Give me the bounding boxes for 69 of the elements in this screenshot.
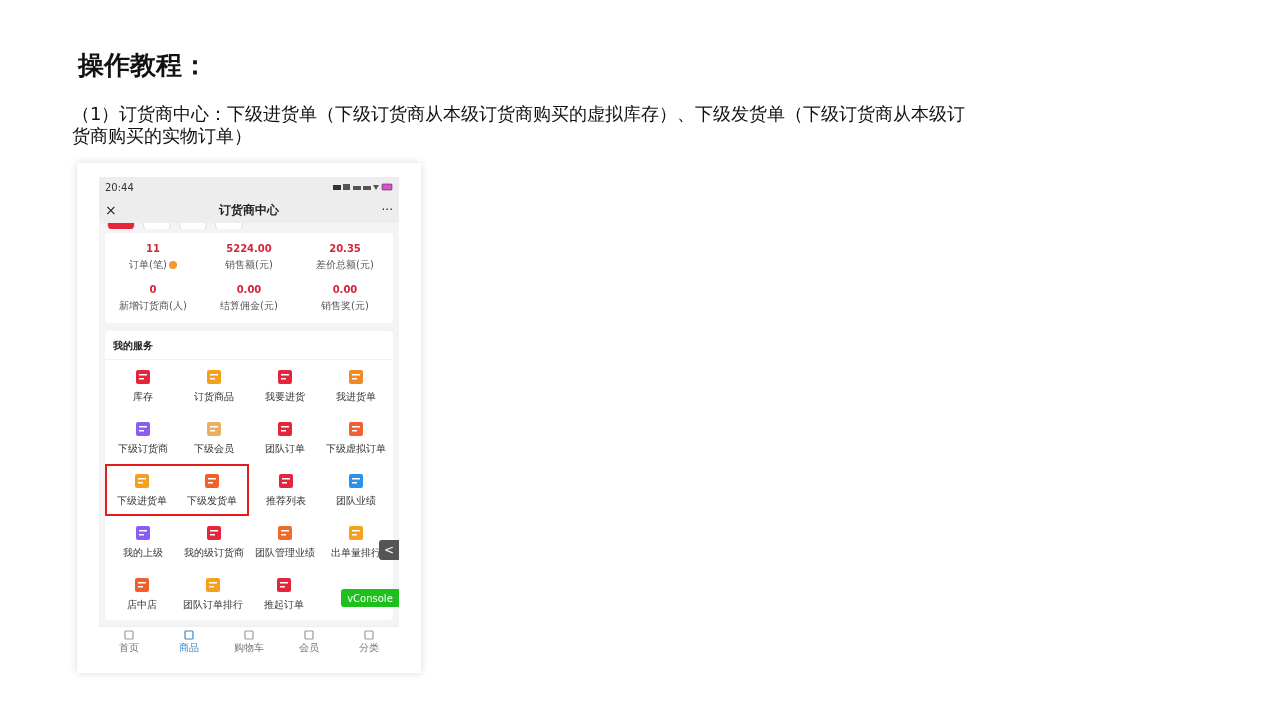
service-icon [347, 420, 364, 437]
stat-label: 差价总额(元) [316, 258, 374, 272]
service-item[interactable]: 订货商品 [193, 389, 234, 404]
tab-icon [184, 629, 194, 640]
tab-icon [304, 629, 314, 640]
service-icon [276, 524, 293, 541]
tab-item[interactable]: 首页 [99, 627, 159, 657]
service-item[interactable]: 店中店 [127, 597, 158, 612]
tab-item[interactable]: 会员 [279, 627, 339, 657]
service-item[interactable]: 团队业绩 [336, 493, 376, 508]
service-item[interactable]: 下级发货单 [187, 493, 237, 508]
stat-value: 0.00 [332, 284, 358, 295]
service-icon [134, 576, 151, 593]
service-icon [134, 420, 151, 437]
more-button[interactable]: ··· [381, 203, 393, 217]
service-icon [347, 368, 364, 385]
service-item[interactable]: 下级虚拟订单 [325, 441, 386, 456]
service-icon [134, 472, 150, 489]
stat-value: 0.00 [236, 284, 262, 295]
service-icon [278, 472, 294, 489]
slide-paragraph: （1）订货商中心：下级进货单（下级订货商从本级订货商购买的虚拟库存）、下级发货单（下级订货商从本级订货商购买的实物订单） [72, 103, 967, 147]
service-item[interactable]: 我的级订货商 [183, 545, 244, 560]
service-icon [205, 368, 222, 385]
service-item[interactable]: 下级进货单 [117, 493, 167, 508]
service-item[interactable]: 我进货单 [335, 389, 376, 404]
stat-label: 新增订货商(人) [119, 299, 187, 313]
stat-label: 订单(笔) [129, 258, 167, 272]
service-item[interactable]: 团队订单 [264, 441, 305, 456]
service-icon [205, 420, 222, 437]
service-icon [276, 420, 293, 437]
service-icon [275, 576, 292, 593]
service-item[interactable]: 库存 [132, 389, 153, 404]
status-icons [333, 183, 393, 191]
stat-value: 5224.00 [226, 243, 272, 254]
slide-title: 操作教程： [78, 49, 209, 82]
service-item[interactable]: 我的上级 [122, 545, 163, 560]
service-icon [204, 472, 220, 489]
tab-icon [244, 629, 254, 640]
stat-label: 销售奖(元) [321, 299, 369, 313]
service-icon [205, 576, 221, 593]
service-icon [347, 524, 364, 541]
tab-icon [124, 629, 134, 640]
section-title: 我的服务 [105, 331, 393, 360]
service-icon [205, 524, 222, 541]
stat-value: 0 [149, 284, 157, 295]
service-item[interactable]: 团队订单排行 [183, 597, 243, 612]
service-item[interactable]: 推荐列表 [266, 493, 306, 508]
tab-item[interactable]: 购物车 [219, 627, 279, 657]
nav-title: 订货商中心 [219, 201, 280, 219]
service-icon [134, 524, 151, 541]
service-icon [348, 472, 364, 489]
stat-value: 11 [146, 243, 160, 254]
tab-icon [364, 629, 374, 640]
status-time: 20:44 [105, 181, 134, 193]
info-icon[interactable] [168, 261, 177, 269]
service-item[interactable]: 推起订单 [263, 597, 304, 612]
tab-item[interactable]: 商品 [159, 627, 219, 657]
stat-value: 20.35 [329, 243, 361, 254]
stat-label: 结算佣金(元) [220, 299, 278, 313]
side-tab[interactable]: < [379, 540, 399, 560]
service-item[interactable]: 下级会员 [193, 441, 234, 456]
tab-item[interactable]: 分类 [339, 627, 399, 657]
service-item[interactable]: 下级订货商 [117, 441, 168, 456]
service-icon [276, 368, 293, 385]
service-icon [134, 368, 151, 385]
stat-label: 销售额(元) [225, 258, 273, 272]
close-button[interactable]: × [105, 202, 117, 218]
service-item[interactable]: 团队管理业绩 [254, 545, 315, 560]
service-item[interactable]: 我要进货 [264, 389, 305, 404]
